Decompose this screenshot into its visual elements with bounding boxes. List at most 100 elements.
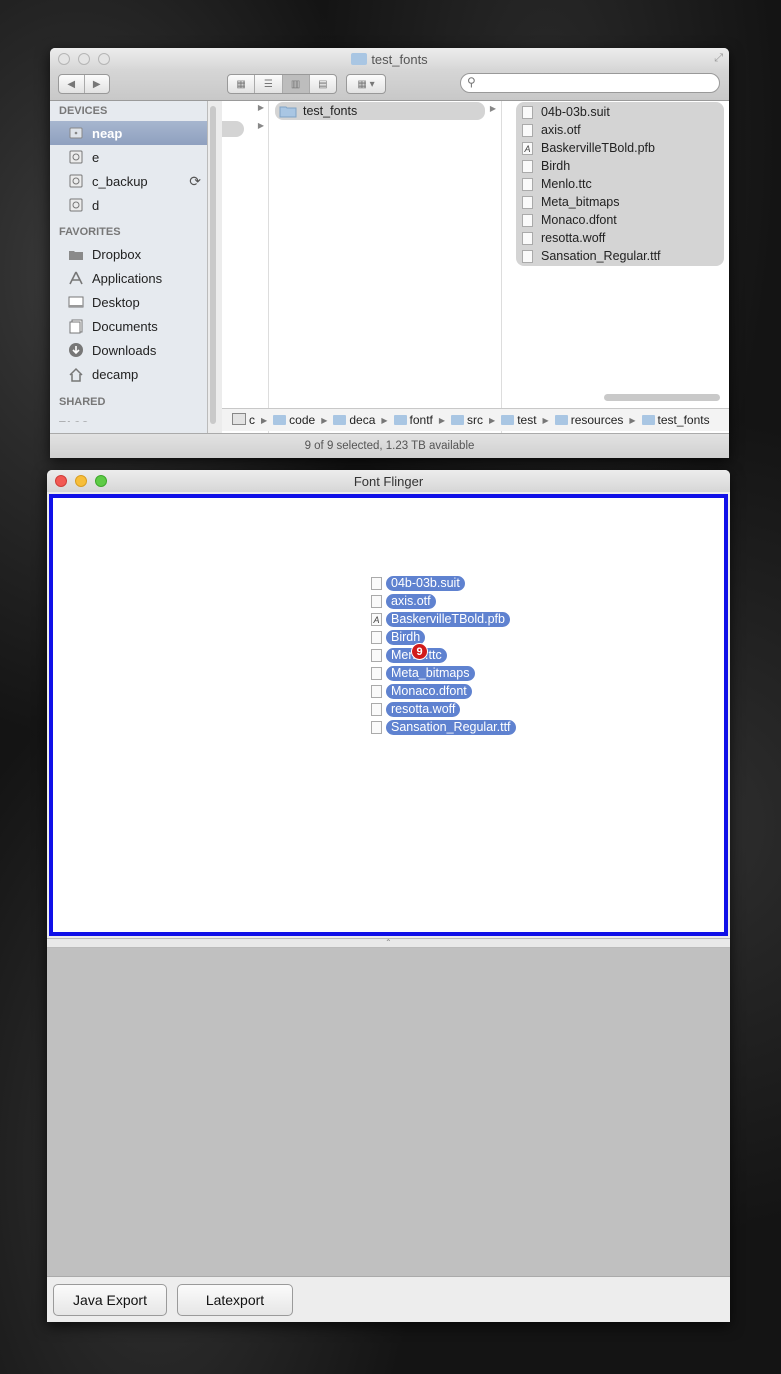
output-pane: [47, 948, 730, 1276]
applications-icon: [68, 270, 84, 286]
sidebar-item-downloads[interactable]: Downloads: [50, 338, 207, 362]
back-forward-control: ◀ ▶: [58, 74, 110, 94]
path-label: c: [249, 413, 255, 427]
file-icon: [371, 576, 382, 590]
sidebar-label: Documents: [92, 318, 158, 334]
file-name: Monaco.dfont: [541, 213, 617, 227]
file-row[interactable]: axis.otf: [516, 121, 724, 139]
sidebar-item-decamp[interactable]: decamp: [50, 362, 207, 386]
folder-row-test-fonts[interactable]: test_fonts: [275, 102, 485, 120]
column-2: test_fonts ▶ ||: [269, 101, 505, 433]
forward-button[interactable]: ▶: [85, 75, 110, 93]
file-name: 04b-03b.suit: [541, 105, 610, 119]
path-separator-icon: ▶: [489, 415, 496, 425]
path-item[interactable]: fontf: [393, 413, 433, 427]
file-icon: [522, 231, 533, 245]
file-name: Menlo.ttc: [541, 177, 592, 191]
file-row[interactable]: resotta.woff: [516, 229, 724, 247]
column-browser: ▶ ▶ || test_fonts ▶ || 04b-03b.suit axis…: [222, 101, 729, 433]
file-name: Sansation_Regular.ttf: [541, 249, 661, 263]
sidebar-item-applications[interactable]: Applications: [50, 266, 207, 290]
path-item[interactable]: test_fonts: [641, 413, 710, 427]
column-view-button[interactable]: ▥: [282, 75, 310, 93]
dragged-file-label: axis.otf: [386, 593, 436, 609]
path-item[interactable]: deca: [333, 413, 375, 427]
file-icon: [522, 123, 533, 137]
file-row[interactable]: A BaskervilleTBold.pfb: [516, 139, 724, 157]
coverflow-view-button[interactable]: ▤: [310, 75, 336, 93]
file-icon: [522, 159, 533, 173]
file-icon: [522, 195, 533, 209]
list-view-button[interactable]: ☰: [255, 75, 283, 93]
window-title: test_fonts: [50, 52, 729, 67]
dragged-file: A BaskervilleTBold.pfb: [371, 610, 516, 628]
search-field[interactable]: ⚲: [460, 73, 720, 93]
finder-sidebar: DEVICES neap e c_backup ⟳ d FAVORITES Dro…: [50, 101, 208, 433]
path-item[interactable]: src: [451, 413, 483, 427]
file-icon: [371, 684, 382, 698]
dragged-file-label: Meta_bitmaps: [386, 665, 475, 681]
selected-path-row[interactable]: [222, 121, 244, 137]
path-item[interactable]: code: [273, 413, 315, 427]
sidebar-item-dropbox[interactable]: Dropbox: [50, 242, 207, 266]
sync-icon[interactable]: ⟳: [189, 173, 201, 190]
divider-grip-icon: ⌃: [385, 938, 392, 947]
time-machine-drive-icon: [68, 173, 84, 189]
column-1: ▶ ▶ ||: [222, 101, 272, 433]
sidebar-item-neap[interactable]: neap: [50, 121, 207, 145]
folder-name: test_fonts: [303, 104, 358, 118]
sidebar-item-documents[interactable]: Documents: [50, 314, 207, 338]
path-separator-icon: ▶: [321, 415, 328, 425]
finder-titlebar: test_fonts ⤢: [50, 48, 729, 70]
path-item[interactable]: c: [232, 413, 255, 427]
dragged-file: resotta.woff: [371, 700, 516, 718]
folder-icon: [279, 106, 297, 118]
path-label: resources: [570, 413, 624, 427]
file-icon: [522, 213, 533, 227]
fullscreen-icon[interactable]: ⤢: [714, 52, 723, 65]
dragged-files: 04b-03b.suit axis.otf A BaskervilleTBold.…: [371, 574, 516, 736]
file-icon: [522, 177, 533, 191]
file-row[interactable]: Birdh: [516, 157, 724, 175]
dragged-file: Meta_bitmaps: [371, 664, 516, 682]
file-row[interactable]: Monaco.dfont: [516, 211, 724, 229]
sidebar-item-desktop[interactable]: Desktop: [50, 290, 207, 314]
file-name: resotta.woff: [541, 231, 606, 245]
sidebar-label: Applications: [92, 270, 163, 286]
dragged-file: Menlo.ttc: [371, 646, 516, 664]
sidebar-scrollbar[interactable]: [210, 106, 216, 424]
latexport-button[interactable]: Latexport: [177, 1284, 293, 1316]
drop-zone[interactable]: 04b-03b.suit axis.otf A BaskervilleTBold.…: [49, 494, 728, 936]
dragged-file-label: Monaco.dfont: [386, 683, 472, 699]
downloads-icon: [68, 342, 84, 358]
file-name: Meta_bitmaps: [541, 195, 620, 209]
sidebar-item-d[interactable]: d: [50, 193, 207, 217]
font-file-icon: A: [522, 141, 533, 155]
file-list: 04b-03b.suit axis.otf A BaskervilleTBold.…: [516, 102, 724, 266]
back-button[interactable]: ◀: [59, 75, 85, 93]
font-file-icon: A: [371, 612, 382, 626]
path-item[interactable]: test: [501, 413, 537, 427]
path-label: fontf: [409, 413, 433, 427]
search-icon: ⚲: [467, 75, 476, 89]
dragged-file: 04b-03b.suit: [371, 574, 516, 592]
path-item[interactable]: resources: [554, 413, 624, 427]
sidebar-item-e[interactable]: e: [50, 145, 207, 169]
path-separator-icon: ▶: [629, 415, 636, 425]
file-row[interactable]: Meta_bitmaps: [516, 193, 724, 211]
path-label: deca: [349, 413, 376, 427]
file-row[interactable]: 04b-03b.suit: [516, 103, 724, 121]
file-row[interactable]: Menlo.ttc: [516, 175, 724, 193]
drag-count-badge: 9: [411, 643, 428, 660]
file-row[interactable]: Sansation_Regular.ttf: [516, 247, 724, 265]
icon-view-button[interactable]: ▦: [228, 75, 256, 93]
split-pane-divider[interactable]: ⌃: [47, 938, 730, 948]
file-icon: [371, 630, 382, 644]
arrange-button[interactable]: ▦ ▾: [346, 74, 386, 94]
path-label: code: [289, 413, 316, 427]
sidebar-header-tags: TAGS: [50, 412, 207, 422]
sidebar-item-c-backup[interactable]: c_backup ⟳: [50, 169, 207, 193]
horizontal-scrollbar[interactable]: [604, 394, 720, 401]
java-export-button[interactable]: Java Export: [53, 1284, 167, 1316]
dragged-file: Sansation_Regular.ttf: [371, 718, 516, 736]
